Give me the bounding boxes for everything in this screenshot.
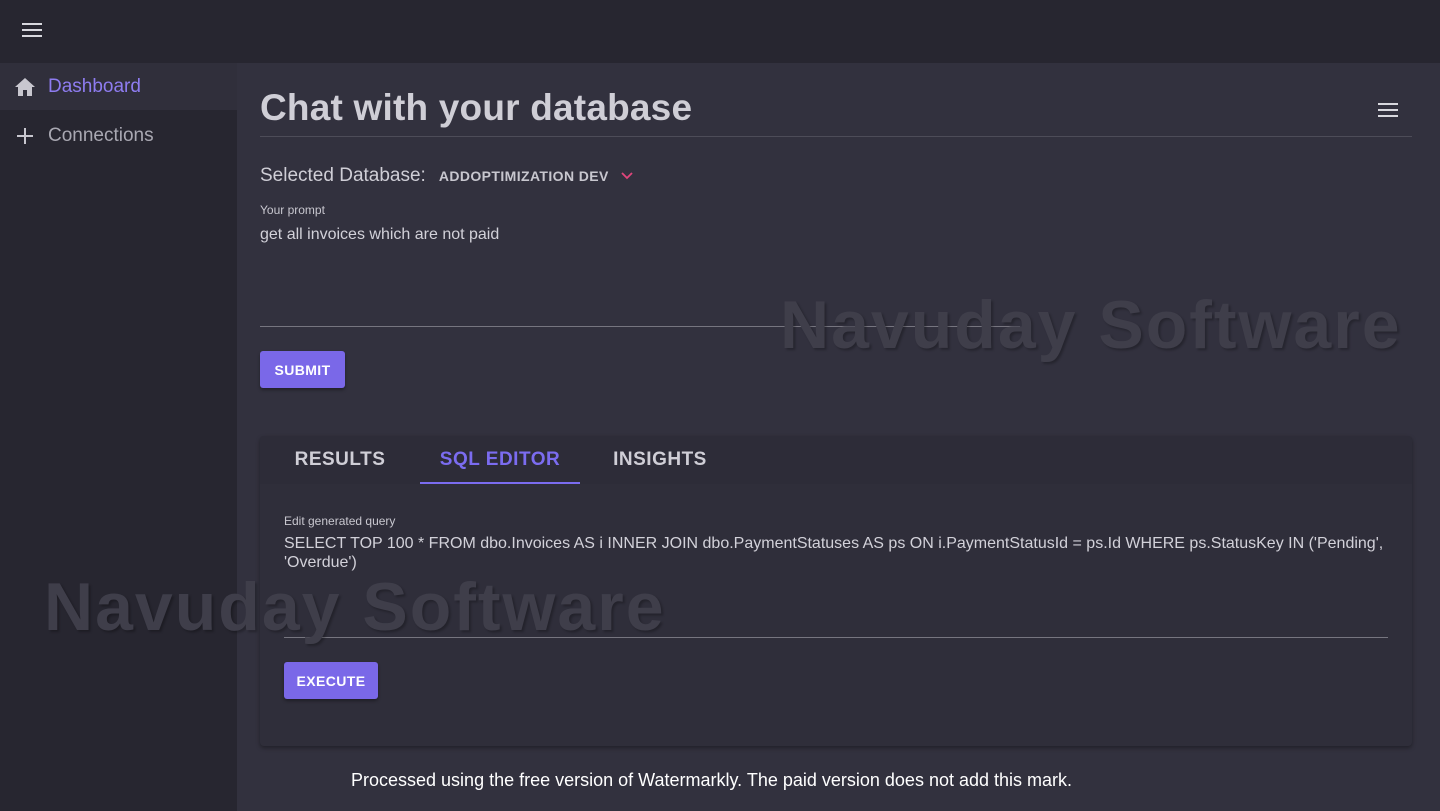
database-select-value: ADDOPTIMIZATION DEV [438,168,609,184]
tab-bar: RESULTS SQL EDITOR INSIGHTS [260,436,1412,484]
prompt-label: Your prompt [260,203,325,217]
home-icon [14,76,36,98]
sidebar: Dashboard Connections [0,63,237,811]
page-title: Chat with your database [260,87,693,128]
sidebar-item-dashboard[interactable]: Dashboard [0,63,237,110]
tab-results[interactable]: RESULTS [276,436,404,484]
hamburger-menu-icon[interactable] [14,14,50,46]
tab-label: SQL EDITOR [439,449,561,470]
active-tab-indicator [420,482,580,484]
database-label: Selected Database: [260,165,426,186]
execute-button[interactable]: EXECUTE [284,662,378,699]
app-bar [0,0,1440,63]
submit-button[interactable]: SUBMIT [260,351,345,388]
query-label: Edit generated query [284,514,396,528]
sidebar-item-connections[interactable]: Connections [0,112,237,160]
tab-label: INSIGHTS [613,449,707,470]
tab-sql-editor[interactable]: SQL EDITOR [420,436,580,484]
watermark-text: Navuday Software [780,287,1402,363]
hamburger-menu-icon[interactable] [1370,95,1406,125]
main-content: Chat with your database Selected Databas… [237,63,1440,811]
title-divider [260,136,1412,137]
database-select[interactable]: ADDOPTIMIZATION DEV [439,168,635,184]
watermark-text: Navuday Software [44,569,666,645]
tab-insights[interactable]: INSIGHTS [596,436,724,484]
database-selector-row: Selected Database: ADDOPTIMIZATION DEV [260,165,635,187]
chevron-down-icon [621,169,635,183]
watermark-footer-text: Processed using the free version of Wate… [351,770,1073,790]
tab-label: RESULTS [294,449,386,470]
sidebar-item-label: Connections [48,125,154,146]
sidebar-item-label: Dashboard [48,75,141,97]
plus-icon [14,125,36,147]
